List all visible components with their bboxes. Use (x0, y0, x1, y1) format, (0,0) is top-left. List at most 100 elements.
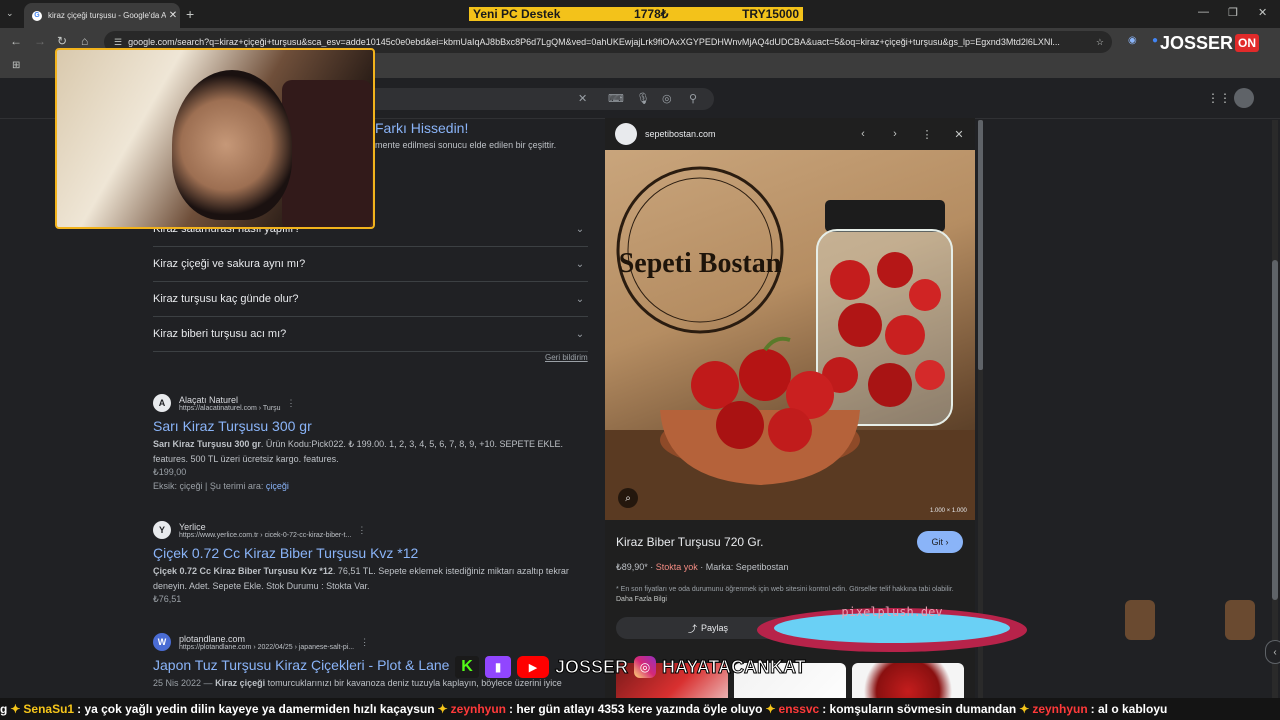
page-scrollbar[interactable] (1272, 120, 1278, 720)
snippet-bold: Kiraz çiçeği (215, 678, 266, 688)
promo-text-2: 1778₺ (634, 7, 669, 21)
search-result: Y Yerlice https://www.yerlice.com.tr › c… (153, 521, 593, 605)
forward-icon[interactable]: → (34, 34, 46, 48)
ad-snippet-fragment: mente edilmesi sonucu elde edilen bir çe… (375, 140, 557, 150)
chat-ticker: g ✦ SenaSu1 : ya çok yağlı yedin dilin k… (0, 698, 1280, 720)
faq-item[interactable]: Kiraz turşusu kaç günde olur? ⌄ (153, 282, 588, 317)
site-url[interactable]: https://plotandlane.com › 2022/04/25 › j… (179, 644, 354, 651)
lens-search-icon[interactable]: ◎ (662, 92, 672, 105)
faq-question: Kiraz çiçeği ve sakura aynı mı? (153, 258, 306, 270)
panel-header: sepetibostan.com ‹ › ⋮ ✕ (605, 118, 975, 150)
pixel-pet (1225, 600, 1255, 640)
channel-logo: JOSSER ON (1160, 28, 1272, 58)
jar-brand-print: Sepeti Bostan (619, 248, 782, 279)
close-window-button[interactable]: ✕ (1258, 6, 1267, 19)
result-price: ₺199,00 (153, 467, 187, 477)
clear-search-icon[interactable]: ✕ (578, 92, 587, 105)
chevron-down-icon: ⌄ (575, 223, 585, 235)
result-snippet: Sarı Kiraz Turşusu 300 gr. Ürün Kodu:Pic… (153, 437, 593, 467)
maximize-button[interactable]: ❐ (1228, 6, 1238, 19)
site-favicon-icon: A (153, 394, 171, 412)
lens-icon[interactable]: ⌕ (618, 488, 638, 508)
voice-search-icon[interactable]: 🎙 (636, 92, 650, 105)
result-snippet: Çiçek 0.72 Cc Kiraz Biber Turşusu Kvz *1… (153, 564, 593, 594)
badge-icon: ✦ (10, 702, 21, 716)
chat-message: : komşuların sövmesin dumandan (822, 702, 1017, 716)
search-icon[interactable]: ⚲ (689, 92, 697, 105)
ad-title-fragment[interactable]: Farkı Hissedin! (375, 120, 468, 136)
streamer-webcam (55, 48, 375, 229)
pickled-peppers-illustration: Sepeti Bostan (605, 166, 975, 520)
site-favicon-icon: Y (153, 521, 171, 539)
minimize-button[interactable]: — (1198, 6, 1209, 18)
product-title[interactable]: Kiraz Biber Turşusu 720 Gr. (616, 535, 763, 549)
stock-status: Stokta yok (655, 562, 698, 572)
tab-close-icon[interactable]: ✕ (166, 10, 180, 21)
site-url[interactable]: https://alacatinaturel.com › Turşu (179, 405, 281, 412)
tab-search-icon[interactable]: ⌄ (6, 8, 14, 19)
browser-tab[interactable]: G kiraz çiçeği turşusu - Google'da Ara ✕ (24, 3, 180, 28)
cast-icon[interactable]: ◉ (1128, 35, 1137, 46)
badge-icon: ✦ (765, 702, 776, 716)
promo-text-1: Yeni PC Destek (473, 7, 561, 21)
site-name[interactable]: Alaçatı Naturel (179, 395, 281, 405)
faq-item[interactable]: Kiraz biberi turşusu acı mı? ⌄ (153, 317, 588, 352)
more-options-icon[interactable]: ⋮ (911, 128, 943, 141)
disclaimer-text: * En son fiyatları ve oda durumunu öğren… (616, 586, 954, 593)
badge-icon: ✦ (437, 702, 448, 716)
apps-grid-icon[interactable]: ⊞ (12, 60, 20, 71)
share-label: Paylaş (701, 623, 729, 633)
twitch-icon: ▮ (485, 656, 511, 678)
more-options-icon[interactable]: ⋮ (360, 637, 369, 648)
bookmark-star-icon[interactable]: ☆ (1096, 37, 1104, 48)
chevron-down-icon: ⌄ (575, 293, 585, 305)
result-title[interactable]: Çiçek 0.72 Cc Kiraz Biber Turşusu Kvz *1… (153, 545, 593, 561)
more-info-link[interactable]: Daha Fazla Bilgi (616, 596, 667, 603)
back-icon[interactable]: ← (10, 34, 22, 48)
site-name[interactable]: plotandlane.com (179, 634, 354, 644)
product-image[interactable]: Sepeti Bostan (605, 150, 975, 520)
scroll-thumb[interactable] (978, 120, 983, 370)
youtube-icon: ▶ (517, 656, 549, 678)
scroll-thumb[interactable] (1272, 260, 1278, 600)
avatar[interactable] (1234, 88, 1254, 108)
collapse-arrow-icon[interactable]: ‹ (1265, 640, 1280, 664)
next-icon[interactable]: › (879, 128, 911, 140)
site-name[interactable]: Yerlice (179, 522, 351, 532)
chat-message: : her gün atlayı 4353 kere yazında öyle … (509, 702, 763, 716)
chevron-down-icon: ⌄ (575, 258, 585, 270)
keyboard-icon[interactable]: ⌨ (608, 92, 624, 105)
visit-button[interactable]: Git › (917, 531, 963, 553)
site-favicon-icon: W (153, 633, 171, 651)
pixel-label: pixelplush.dev (841, 605, 942, 619)
new-tab-button[interactable]: + (186, 6, 194, 22)
chevron-down-icon: ⌄ (575, 328, 585, 340)
more-options-icon[interactable]: ⋮ (287, 398, 296, 409)
more-options-icon[interactable]: ⋮ (357, 525, 366, 536)
missing-prefix: Eksik: çiçeği | Şu terimi ara: (153, 481, 266, 491)
logo-badge: ON (1235, 34, 1260, 52)
feedback-link[interactable]: Geri bildirim (545, 353, 588, 362)
gaming-chair (282, 80, 372, 227)
missing-term-link[interactable]: çiçeği (266, 481, 289, 491)
image-dimensions: 1.000 × 1.000 (930, 508, 967, 514)
site-info-icon[interactable]: ☰ (114, 37, 122, 48)
snippet-bold: Sarı Kiraz Turşusu 300 gr (153, 439, 261, 449)
share-icon: ⤴ (687, 623, 697, 634)
instagram-handle: HAYATACANKAT (662, 656, 807, 677)
result-title[interactable]: Sarı Kiraz Turşusu 300 gr (153, 418, 593, 434)
home-icon[interactable]: ⌂ (81, 34, 88, 48)
extension-icon[interactable]: ● (1152, 35, 1158, 46)
google-apps-icon[interactable]: ⋮⋮ (1207, 91, 1231, 105)
chat-user: zeynhyun (450, 702, 507, 716)
site-url[interactable]: https://www.yerlice.com.tr › cicek-0-72-… (179, 532, 351, 539)
prev-icon[interactable]: ‹ (847, 128, 879, 140)
reload-icon[interactable]: ↻ (57, 34, 67, 48)
source-name[interactable]: sepetibostan.com (645, 129, 847, 139)
tab-title: kiraz çiçeği turşusu - Google'da Ara (48, 11, 166, 20)
stream-promo-banner: Yeni PC Destek 1778₺ TRY15000 (469, 7, 803, 21)
faq-item[interactable]: Kiraz çiçeği ve sakura aynı mı? ⌄ (153, 247, 588, 282)
source-logo (615, 123, 637, 145)
instagram-icon: ◎ (634, 656, 657, 678)
close-panel-icon[interactable]: ✕ (943, 128, 975, 141)
